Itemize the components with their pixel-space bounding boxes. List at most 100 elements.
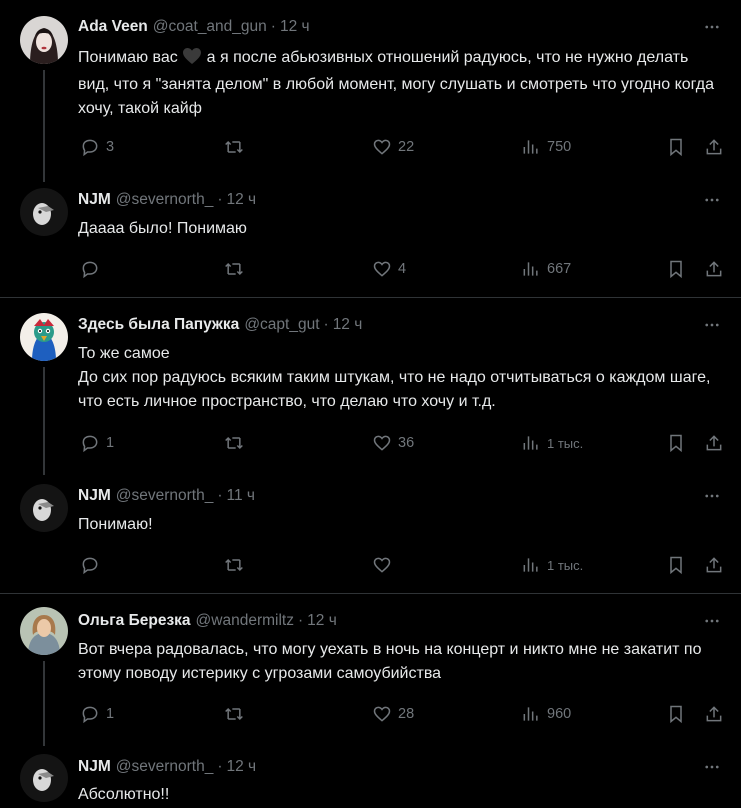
author-name[interactable]: Здесь была Папужка [78, 315, 239, 335]
author-handle[interactable]: @severnorth_ [116, 190, 214, 210]
share-icon [706, 261, 722, 277]
retweet-button[interactable] [224, 431, 244, 455]
author-name[interactable]: Ольга Березка [78, 611, 191, 631]
share-button[interactable] [704, 431, 724, 455]
avatar[interactable] [20, 484, 68, 532]
like-icon [373, 557, 391, 573]
avatar[interactable] [20, 607, 68, 655]
like-button[interactable]: 28 [372, 702, 414, 726]
like-icon [373, 261, 391, 277]
reply-icon [82, 261, 98, 279]
share-button[interactable] [704, 553, 724, 577]
tweet-time[interactable]: 11 ч [227, 486, 255, 506]
author-handle[interactable]: @wandermiltz [196, 611, 294, 631]
author-handle[interactable]: @capt_gut [244, 315, 319, 335]
more-icon[interactable] [701, 315, 723, 335]
tweet-actions: 3 22 750 [0, 135, 741, 159]
avatar[interactable] [20, 16, 68, 64]
like-icon [373, 139, 391, 155]
bookmark-button[interactable] [666, 431, 686, 455]
tweet-papuzhka[interactable]: Здесь была Папужка @capt_gut · 12 ч То ж… [0, 298, 741, 475]
tweet-time[interactable]: 12 ч [280, 17, 310, 37]
thread-line [43, 70, 45, 182]
views-button[interactable]: 1 тыс. [521, 431, 583, 455]
like-button[interactable]: 22 [372, 135, 414, 159]
tweet-header: NJM @severnorth_ · 11 ч [78, 486, 255, 506]
author-name[interactable]: NJM [78, 757, 111, 777]
views-icon [523, 436, 538, 450]
tweet-time[interactable]: 12 ч [227, 757, 257, 777]
author-name[interactable]: NJM [78, 486, 111, 506]
author-name[interactable]: Ada Veen [78, 17, 148, 37]
tweet-header: Ольга Березка @wandermiltz · 12 ч [78, 611, 337, 631]
tweet-header: NJM @severnorth_ · 12 ч [78, 757, 257, 777]
reply-button[interactable]: 1 [80, 431, 114, 455]
like-button[interactable]: 36 [372, 431, 414, 455]
tweet-njm-reply-1[interactable]: NJM @severnorth_ · 12 ч Даааа было! Пони… [0, 180, 741, 297]
share-icon [706, 706, 722, 722]
heart-emoji-icon [182, 47, 202, 73]
bookmark-button[interactable] [666, 135, 686, 159]
author-handle[interactable]: @coat_and_gun [153, 17, 267, 37]
bookmark-icon [670, 705, 682, 724]
author-name[interactable]: NJM [78, 190, 111, 210]
views-icon [523, 262, 538, 276]
tweet-header: Здесь была Папужка @capt_gut · 12 ч [78, 315, 363, 335]
tweet-time[interactable]: 12 ч [227, 190, 257, 210]
views-button[interactable]: 960 [521, 702, 571, 726]
tweet-actions: 1 36 1 тыс. [0, 431, 741, 455]
share-button[interactable] [704, 135, 724, 159]
tweet-text: Даааа было! Понимаю [78, 220, 247, 237]
reply-icon [82, 557, 98, 575]
reply-icon [82, 139, 98, 157]
retweet-icon [225, 262, 243, 276]
avatar[interactable] [20, 313, 68, 361]
views-button[interactable]: 1 тыс. [521, 553, 583, 577]
reply-icon [82, 435, 98, 453]
more-icon[interactable] [701, 190, 723, 210]
tweet-header: NJM @severnorth_ · 12 ч [78, 190, 257, 210]
avatar[interactable] [20, 188, 68, 236]
tweet-text: Вот вчера радовалась, что могу уехать в … [78, 641, 702, 682]
views-button[interactable]: 750 [521, 135, 571, 159]
tweet-njm-reply-3[interactable]: NJM @severnorth_ · 12 ч Абсолютно!! [0, 744, 741, 808]
avatar[interactable] [20, 754, 68, 802]
retweet-button[interactable] [224, 257, 244, 281]
views-button[interactable]: 667 [521, 257, 571, 281]
tweet-time[interactable]: 12 ч [333, 315, 363, 335]
more-icon[interactable] [701, 611, 723, 631]
bookmark-button[interactable] [666, 702, 686, 726]
tweet-time[interactable]: 12 ч [307, 611, 337, 631]
views-icon [523, 558, 538, 572]
bookmark-button[interactable] [666, 257, 686, 281]
retweet-button[interactable] [224, 702, 244, 726]
bookmark-icon [670, 434, 682, 453]
reply-button[interactable]: 3 [80, 135, 114, 159]
share-button[interactable] [704, 257, 724, 281]
share-button[interactable] [704, 702, 724, 726]
reply-button[interactable] [80, 257, 106, 281]
tweet-njm-reply-2[interactable]: NJM @severnorth_ · 11 ч Понимаю! 1 тыс. [0, 473, 741, 593]
more-icon[interactable] [701, 757, 723, 777]
tweet-text: Понимаю вас а я после абьюзивных отношен… [78, 47, 714, 117]
like-button[interactable]: 4 [372, 257, 406, 281]
retweet-icon [225, 436, 243, 450]
author-handle[interactable]: @severnorth_ [116, 486, 214, 506]
retweet-button[interactable] [224, 553, 244, 577]
more-icon[interactable] [701, 486, 723, 506]
retweet-button[interactable] [224, 135, 244, 159]
like-icon [373, 706, 391, 722]
tweet-actions: 4 667 [0, 257, 741, 281]
tweet-ada-veen[interactable]: Ada Veen @coat_and_gun · 12 ч Понимаю ва… [0, 0, 741, 182]
reply-button[interactable]: 1 [80, 702, 114, 726]
views-icon [523, 707, 538, 721]
reply-button[interactable] [80, 553, 106, 577]
more-icon[interactable] [701, 17, 723, 37]
retweet-icon [225, 558, 243, 572]
like-button[interactable] [372, 553, 398, 577]
tweet-olga-berezka[interactable]: Ольга Березка @wandermiltz · 12 ч Вот вч… [0, 594, 741, 746]
bookmark-button[interactable] [666, 553, 686, 577]
author-handle[interactable]: @severnorth_ [116, 757, 214, 777]
share-icon [706, 139, 722, 155]
tweet-text: Понимаю! [78, 516, 153, 533]
